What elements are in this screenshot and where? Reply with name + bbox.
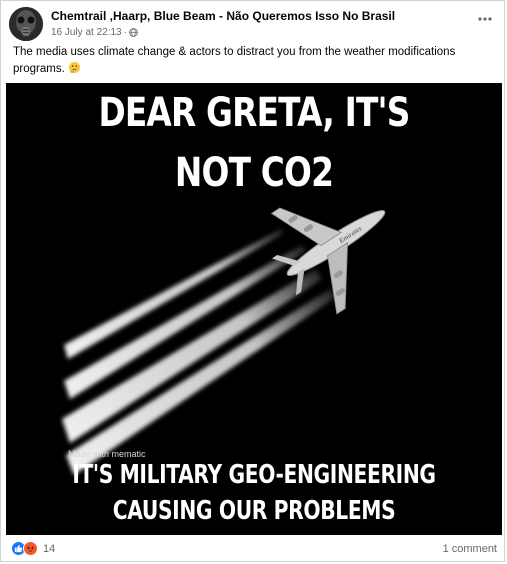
group-avatar[interactable] bbox=[9, 7, 43, 41]
post-card: Chemtrail ,Haarp, Blue Beam - Não Querem… bbox=[0, 0, 505, 562]
meme-headline-line1: DEAR GRETA, IT'S bbox=[98, 90, 410, 136]
meme-bottom-line2: CAUSING OUR PROBLEMS bbox=[112, 496, 396, 526]
meme-bottom-line1: IT'S MILITARY GEO-ENGINEERING bbox=[72, 460, 436, 490]
comments-count-link[interactable]: 1 comment bbox=[443, 543, 497, 555]
post-body: The media uses climate change & actors t… bbox=[13, 45, 483, 77]
gas-mask-icon bbox=[9, 7, 43, 41]
more-options-button[interactable] bbox=[475, 11, 495, 27]
post-timestamp[interactable]: 16 July at 22:13 bbox=[51, 27, 122, 38]
more-dots-icon bbox=[478, 17, 492, 21]
post-footer: 14 1 comment bbox=[11, 539, 497, 559]
thinking-face-icon bbox=[68, 61, 81, 73]
globe-icon bbox=[129, 28, 138, 37]
post-meta: 16 July at 22:13 · bbox=[51, 27, 138, 38]
angry-icon bbox=[23, 541, 38, 556]
reactions-summary[interactable]: 14 bbox=[11, 541, 55, 556]
meme-image[interactable]: Emirates DEAR GRETA, IT'S NOT CO2 Made w… bbox=[6, 83, 502, 535]
meme-headline-line2: NOT CO2 bbox=[174, 150, 334, 196]
post-header: Chemtrail ,Haarp, Blue Beam - Não Querem… bbox=[9, 7, 499, 43]
group-name-link[interactable]: Chemtrail ,Haarp, Blue Beam - Não Querem… bbox=[51, 9, 395, 23]
mematic-watermark: Made with mematic bbox=[68, 449, 146, 459]
reaction-count: 14 bbox=[43, 542, 56, 555]
meta-separator: · bbox=[123, 27, 127, 38]
